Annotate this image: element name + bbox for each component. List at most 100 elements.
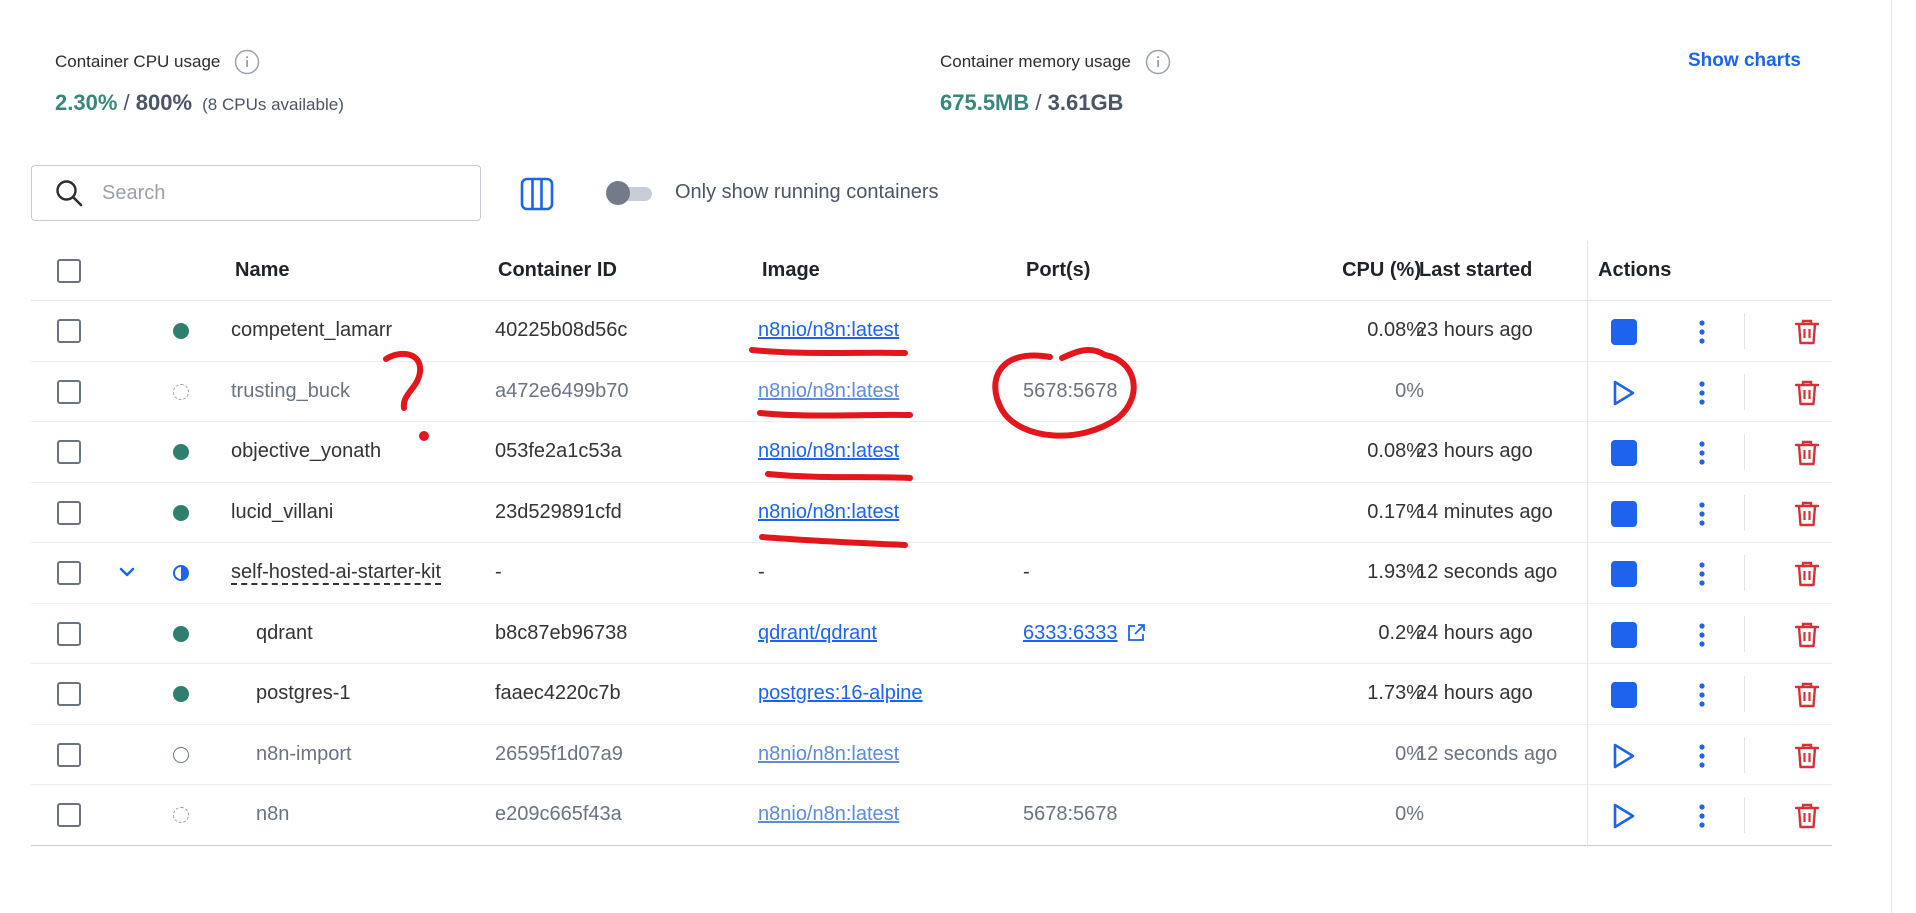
image-link[interactable]: qdrant/qdrant (758, 622, 877, 645)
delete-button[interactable] (1792, 741, 1822, 771)
start-button[interactable] (1609, 378, 1639, 408)
port-link[interactable]: 6333:6333 (1023, 622, 1118, 645)
row-checkbox[interactable] (57, 803, 81, 827)
select-all-checkbox[interactable] (57, 259, 81, 283)
container-name[interactable]: n8n (256, 803, 289, 826)
image-link[interactable]: n8nio/n8n:latest (758, 319, 899, 342)
container-name[interactable]: n8n-import (256, 743, 352, 766)
container-name[interactable]: self-hosted-ai-starter-kit (231, 561, 441, 584)
header-container-id[interactable]: Container ID (498, 259, 617, 282)
last-started: 24 hours ago (1416, 621, 1533, 644)
search-input[interactable] (102, 181, 422, 205)
row-checkbox[interactable] (57, 682, 81, 706)
stop-button[interactable] (1609, 499, 1639, 529)
status-created-icon (173, 807, 189, 823)
actions-separator (1744, 555, 1745, 591)
stop-button[interactable] (1609, 680, 1639, 710)
image-link[interactable]: n8nio/n8n:latest (758, 743, 899, 766)
more-actions-button[interactable] (1687, 620, 1717, 650)
stop-button[interactable] (1609, 559, 1639, 589)
container-name[interactable]: trusting_buck (231, 380, 350, 403)
columns-icon[interactable] (519, 176, 555, 212)
compose-group-row[interactable]: self-hosted-ai-starter-kit - - - 1.93% 1… (31, 543, 1832, 604)
start-button[interactable] (1609, 741, 1639, 771)
delete-button[interactable] (1792, 499, 1822, 529)
info-icon[interactable] (234, 49, 260, 75)
container-id: b8c87eb96738 (495, 621, 628, 644)
stop-icon (1611, 561, 1637, 587)
toggle-knob (606, 181, 630, 205)
header-cpu[interactable]: CPU (%) (1289, 259, 1421, 282)
more-actions-button[interactable] (1687, 499, 1717, 529)
row-checkbox[interactable] (57, 319, 81, 343)
image-link[interactable]: n8nio/n8n:latest (758, 380, 899, 403)
row-checkbox[interactable] (57, 379, 81, 404)
delete-button[interactable] (1792, 378, 1822, 408)
more-actions-button[interactable] (1687, 680, 1717, 710)
table-row[interactable]: n8n e209c665f43a n8nio/n8n:latest 5678:5… (31, 785, 1832, 846)
row-checkbox[interactable] (57, 440, 81, 464)
status-running-icon (173, 625, 189, 642)
actions-separator (1744, 313, 1745, 349)
actions-separator (1744, 373, 1745, 410)
table-row[interactable]: postgres-1 faaec4220c7b postgres:16-alpi… (31, 664, 1832, 725)
containers-table: Name Container ID Image Port(s) CPU (%) … (31, 241, 1832, 846)
more-actions-button[interactable] (1687, 438, 1717, 468)
row-checkbox[interactable] (57, 742, 81, 767)
delete-button[interactable] (1792, 559, 1822, 589)
delete-button[interactable] (1792, 801, 1822, 831)
image-link[interactable]: n8nio/n8n:latest (758, 440, 899, 463)
table-row[interactable]: lucid_villani 23d529891cfd n8nio/n8n:lat… (31, 483, 1832, 543)
container-name[interactable]: postgres-1 (256, 682, 351, 705)
delete-button[interactable] (1792, 680, 1822, 710)
info-icon[interactable] (1145, 49, 1171, 75)
header-last-started[interactable]: Last started (1419, 259, 1532, 282)
chevron-down-icon[interactable] (119, 565, 135, 579)
row-checkbox[interactable] (57, 561, 81, 585)
start-button[interactable] (1609, 801, 1639, 831)
table-row[interactable]: competent_lamarr 40225b08d56c n8nio/n8n:… (31, 301, 1832, 362)
container-name[interactable]: lucid_villani (231, 501, 333, 524)
delete-button[interactable] (1792, 620, 1822, 650)
row-checkbox[interactable] (57, 621, 81, 646)
more-actions-button[interactable] (1687, 559, 1717, 589)
more-vertical-icon (1699, 380, 1705, 405)
actions-separator (1744, 615, 1745, 652)
more-actions-button[interactable] (1687, 741, 1717, 771)
table-row[interactable]: objective_yonath 053fe2a1c53a n8nio/n8n:… (31, 422, 1832, 483)
header-ports[interactable]: Port(s) (1026, 259, 1090, 282)
table-row[interactable]: trusting_buck a472e6499b70 n8nio/n8n:lat… (31, 362, 1832, 422)
more-actions-button[interactable] (1687, 801, 1717, 831)
image-link[interactable]: n8nio/n8n:latest (758, 803, 899, 826)
image-link[interactable]: postgres:16-alpine (758, 682, 923, 705)
container-id: 23d529891cfd (495, 500, 622, 523)
trash-icon (1794, 501, 1820, 526)
more-actions-button[interactable] (1687, 378, 1717, 408)
status-exited-icon (173, 746, 189, 763)
running-only-toggle[interactable] (606, 181, 654, 205)
show-charts-link[interactable]: Show charts (1688, 50, 1801, 72)
stop-button[interactable] (1609, 438, 1639, 468)
stop-button[interactable] (1609, 620, 1639, 650)
status-running-icon (173, 686, 189, 702)
table-row[interactable]: n8n-import 26595f1d07a9 n8nio/n8n:latest… (31, 725, 1832, 785)
container-name[interactable]: qdrant (256, 622, 313, 645)
container-name[interactable]: competent_lamarr (231, 319, 392, 342)
header-name[interactable]: Name (235, 259, 289, 282)
external-link-icon[interactable] (1126, 623, 1146, 643)
search-box[interactable] (31, 165, 481, 221)
image-link[interactable]: n8nio/n8n:latest (758, 501, 899, 524)
stop-button[interactable] (1609, 317, 1639, 347)
more-actions-button[interactable] (1687, 317, 1717, 347)
port-link-wrap[interactable]: 6333:6333 (1023, 622, 1146, 645)
delete-button[interactable] (1792, 438, 1822, 468)
header-image[interactable]: Image (762, 259, 820, 282)
actions-separator (1744, 736, 1745, 773)
delete-button[interactable] (1792, 317, 1822, 347)
cpu-value: 0.08% (1367, 440, 1424, 462)
more-vertical-icon (1699, 622, 1705, 647)
container-name[interactable]: objective_yonath (231, 440, 381, 463)
table-row[interactable]: qdrant b8c87eb96738 qdrant/qdrant 6333:6… (31, 604, 1832, 664)
table-header: Name Container ID Image Port(s) CPU (%) … (31, 241, 1832, 301)
row-checkbox[interactable] (57, 500, 81, 525)
